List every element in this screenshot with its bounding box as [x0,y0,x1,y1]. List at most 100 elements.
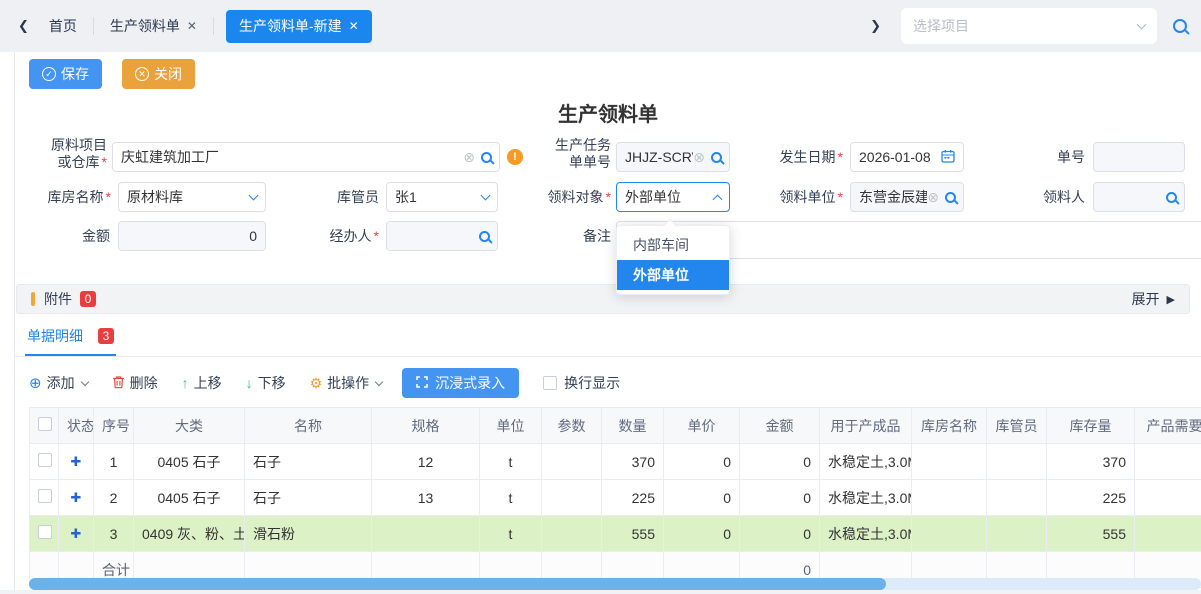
wrap-display-option[interactable]: 换行显示 [543,373,620,393]
table-row[interactable]: ✚10405 石子石子12t37000水稳定土,3.0M370 [30,444,1201,480]
search-icon[interactable] [1173,19,1187,33]
cell[interactable] [912,516,987,552]
row-status-cell[interactable]: ✚ [59,516,94,552]
doc-no-input[interactable] [1093,142,1185,172]
row-status-cell[interactable]: ✚ [59,480,94,516]
cell[interactable]: 0 [740,444,820,480]
cell[interactable] [987,444,1047,480]
dropdown-option-external[interactable]: 外部单位 [617,260,729,290]
search-icon[interactable] [945,192,956,203]
tab-close-icon[interactable]: ✕ [187,19,197,33]
nav-forward-icon[interactable]: ❯ [866,18,885,34]
tab-close-icon[interactable]: ✕ [349,19,359,33]
cell[interactable]: 13 [372,480,480,516]
move-down-button[interactable]: ↓ 下移 [246,373,286,393]
cell[interactable]: 0 [740,480,820,516]
clear-icon[interactable]: ⊗ [693,150,705,164]
cell[interactable] [1135,444,1201,480]
plus-status-icon[interactable]: ✚ [71,454,82,469]
cell[interactable] [1135,516,1201,552]
cell[interactable]: 水稳定土,3.0M [820,480,912,516]
move-up-button[interactable]: ↑ 上移 [182,373,222,393]
cell[interactable]: 0 [664,516,740,552]
delete-button[interactable]: 删除 [112,373,158,393]
immersive-entry-button[interactable]: 沉浸式录入 [402,368,519,398]
table-row[interactable]: ✚20405 石子石子13t22500水稳定土,3.0M225 [30,480,1201,516]
cell[interactable]: 0409 灰、粉、土 [134,516,245,552]
cell[interactable]: 水稳定土,3.0M [820,444,912,480]
cell[interactable]: 0 [664,480,740,516]
cell[interactable]: 370 [1047,444,1135,480]
calendar-icon[interactable] [941,149,955,166]
batch-ops-button[interactable]: ⚙ 批操作 [310,373,383,393]
row-checkbox-cell[interactable] [30,444,59,480]
warehouse-name-select[interactable]: 原材料库 [118,182,266,212]
task-no-input[interactable]: JHJZ-SCRV ⊗ [616,142,730,172]
table-row[interactable]: ✚30409 灰、粉、土滑石粉t55500水稳定土,3.0M555 [30,516,1201,552]
project-select[interactable]: 选择项目 [901,8,1157,44]
cell[interactable] [542,480,602,516]
plus-status-icon[interactable]: ✚ [71,490,82,505]
close-button[interactable]: ✕ 关闭 [122,59,195,89]
cell[interactable]: t [480,480,542,516]
cell[interactable]: 555 [602,516,664,552]
cell[interactable]: 1 [94,444,134,480]
add-button[interactable]: ⊕ 添加 [29,373,88,393]
search-icon[interactable] [1166,192,1177,203]
cell[interactable]: 0405 石子 [134,444,245,480]
plus-status-icon[interactable]: ✚ [71,526,82,541]
cell[interactable]: 3 [94,516,134,552]
dropdown-option-internal[interactable]: 内部车间 [617,230,729,260]
horizontal-scrollbar[interactable] [29,578,1201,590]
cell[interactable]: t [480,444,542,480]
requisition-person-input[interactable] [1093,182,1185,212]
cell[interactable] [1135,480,1201,516]
row-checkbox[interactable] [38,525,52,539]
cell[interactable]: 水稳定土,3.0M [820,516,912,552]
row-checkbox[interactable] [38,489,52,503]
scrollbar-thumb[interactable] [29,578,886,590]
attachment-bar[interactable]: 附件 0 展开 ▶ [16,284,1190,314]
search-icon[interactable] [711,152,722,163]
info-icon[interactable]: ! [507,149,523,165]
cell[interactable]: 12 [372,444,480,480]
cell[interactable] [987,516,1047,552]
cell[interactable] [912,444,987,480]
cell[interactable] [987,480,1047,516]
cell[interactable] [542,444,602,480]
search-icon[interactable] [481,152,492,163]
clear-icon[interactable]: ⊗ [463,150,475,164]
cell[interactable]: 225 [602,480,664,516]
nav-back-icon[interactable]: ❮ [14,18,33,34]
cell[interactable]: t [480,516,542,552]
amount-input[interactable]: 0 [118,221,266,251]
cell[interactable] [372,516,480,552]
requisition-unit-input[interactable]: 东营金辰建 ⊗ [850,182,964,212]
search-icon[interactable] [479,231,490,242]
wrap-display-checkbox[interactable] [543,376,557,390]
material-source-input[interactable]: 庆虹建筑加工厂 ⊗ [112,142,500,172]
expand-toggle[interactable]: 展开 ▶ [1132,289,1175,309]
cell[interactable]: 370 [602,444,664,480]
tab-requisition-list[interactable]: 生产领料单 ✕ [94,0,213,52]
cell[interactable]: 555 [1047,516,1135,552]
cell[interactable]: 0405 石子 [134,480,245,516]
requisition-target-select[interactable]: 外部单位 [616,182,730,212]
clear-icon[interactable]: ⊗ [927,190,939,204]
cell[interactable] [912,480,987,516]
save-button[interactable]: ✓ 保存 [29,59,102,89]
cell[interactable]: 滑石粉 [245,516,372,552]
cell[interactable]: 石子 [245,444,372,480]
tab-detail[interactable]: 单据明细 3 [25,326,116,356]
select-all-checkbox[interactable] [38,417,52,431]
occur-date-input[interactable]: 2026-01-08 [850,142,964,172]
warehouse-keeper-select[interactable]: 张1 [386,182,498,212]
cell[interactable]: 225 [1047,480,1135,516]
tab-requisition-new[interactable]: 生产领料单-新建 ✕ [226,10,372,43]
cell[interactable] [542,516,602,552]
cell[interactable]: 石子 [245,480,372,516]
row-checkbox[interactable] [38,453,52,467]
row-status-cell[interactable]: ✚ [59,444,94,480]
row-checkbox-cell[interactable] [30,516,59,552]
cell[interactable]: 0 [664,444,740,480]
